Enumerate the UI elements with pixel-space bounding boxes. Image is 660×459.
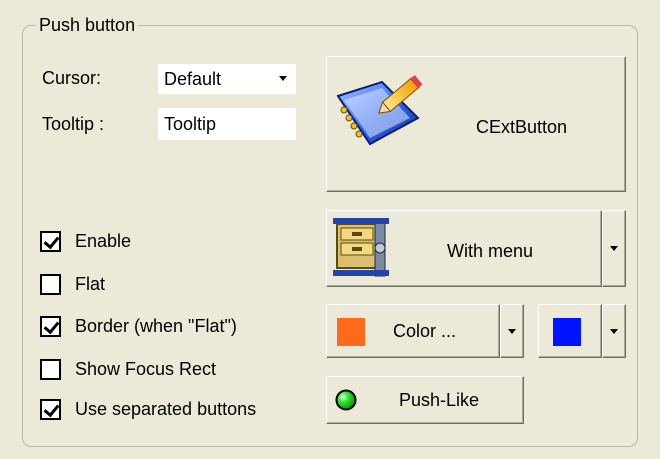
tooltip-input[interactable]: Tooltip [158, 108, 296, 140]
separated-buttons-checkbox[interactable]: Use separated buttons [40, 397, 256, 421]
border-label: Border (when "Flat") [75, 315, 237, 336]
cursor-value: Default [164, 69, 222, 89]
cursor-dropdown-arrow[interactable] [271, 65, 295, 91]
color-dropdown-arrow[interactable] [500, 304, 524, 358]
color-button[interactable]: Color ... [326, 304, 500, 358]
groupbox-title: Push button [36, 14, 139, 36]
with-menu-button[interactable]: With menu [326, 210, 602, 287]
tooltip-value: Tooltip [164, 114, 217, 134]
chevron-down-icon [610, 328, 618, 334]
checkbox-box[interactable] [40, 358, 61, 380]
flat-checkbox[interactable]: Flat [40, 272, 105, 296]
with-menu-dropdown-arrow[interactable] [602, 210, 626, 287]
checkbox-box[interactable] [40, 230, 61, 252]
checkbox-box[interactable] [40, 398, 61, 420]
color-button-label: Color ... [393, 321, 457, 341]
cext-button-label: CExtButton [476, 117, 568, 137]
with-menu-label: With menu [447, 241, 534, 261]
chevron-down-icon [508, 328, 516, 334]
border-checkbox[interactable]: Border (when "Flat") [40, 314, 237, 338]
green-led-icon [335, 389, 357, 411]
color-swatch [337, 318, 365, 346]
show-focus-rect-checkbox[interactable]: Show Focus Rect [40, 357, 216, 381]
checkbox-box[interactable] [40, 315, 61, 337]
enable-label: Enable [75, 230, 132, 251]
show-focus-rect-label: Show Focus Rect [75, 358, 217, 379]
push-like-label: Push-Like [399, 390, 480, 410]
push-button-panel: Push button Cursor: Default Tooltip : To… [0, 0, 660, 459]
tooltip-label: Tooltip : [42, 114, 105, 134]
separated-buttons-label: Use separated buttons [75, 398, 257, 419]
enable-checkbox[interactable]: Enable [40, 229, 131, 253]
flat-label: Flat [75, 273, 106, 294]
compressed-archive-icon [331, 216, 393, 280]
checkbox-box[interactable] [40, 273, 61, 295]
push-like-button[interactable]: Push-Like [326, 376, 524, 424]
second-color-dropdown-arrow[interactable] [602, 304, 626, 358]
cursor-label: Cursor: [42, 68, 102, 88]
notebook-pencil-icon [330, 68, 430, 152]
cursor-dropdown[interactable]: Default [158, 64, 296, 94]
chevron-down-icon [279, 75, 287, 81]
cext-button[interactable]: CExtButton [326, 56, 626, 192]
chevron-down-icon [610, 246, 618, 251]
color-swatch-2 [553, 318, 581, 346]
second-color-button[interactable] [538, 304, 602, 358]
